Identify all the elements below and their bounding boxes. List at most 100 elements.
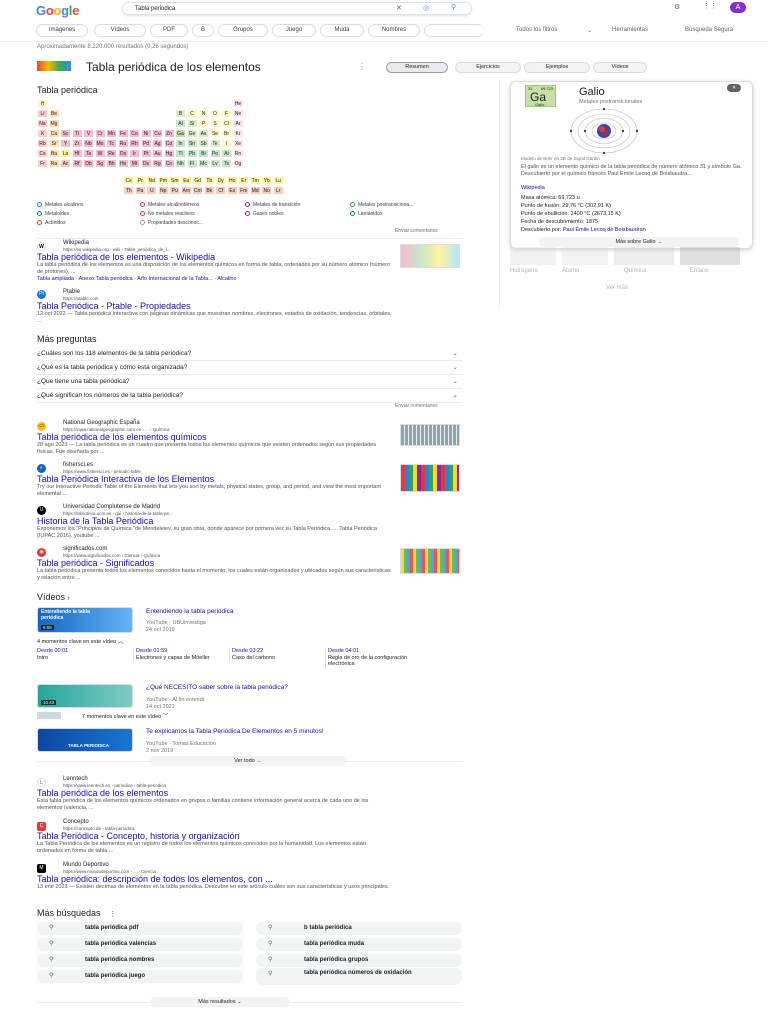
sitelinks[interactable]: Tabla ampliada · Anexo:Tabla periódica ·… xyxy=(37,276,237,282)
search-input[interactable]: Tabla periodica xyxy=(122,2,472,15)
element-cs[interactable]: Cs xyxy=(37,149,48,158)
element-mt[interactable]: Mt xyxy=(129,159,140,168)
lens-icon[interactable]: ◎ xyxy=(423,4,429,12)
element-o[interactable]: O xyxy=(209,109,221,118)
element-he[interactable]: He xyxy=(232,99,244,108)
element-lu[interactable]: Lu xyxy=(272,176,284,185)
element-br[interactable]: Br xyxy=(221,129,232,138)
element-nb[interactable]: Nb xyxy=(83,139,94,148)
element-ts[interactable]: Ts xyxy=(221,159,232,168)
element-la[interactable]: La xyxy=(60,149,71,158)
element-sg[interactable]: Sg xyxy=(94,159,106,168)
related-search[interactable]: ⚲ tabla periódica nombres xyxy=(37,954,243,967)
tab-b[interactable]: B xyxy=(192,24,214,37)
element-mg[interactable]: Mg xyxy=(48,119,60,128)
element-mc[interactable]: Mc xyxy=(198,159,209,168)
element-np[interactable]: Np xyxy=(157,186,169,195)
clear-icon[interactable]: ✕ xyxy=(396,4,402,12)
element-fl[interactable]: Fl xyxy=(186,159,198,168)
element-am[interactable]: Am xyxy=(180,186,192,195)
avatar[interactable]: A xyxy=(730,2,746,13)
element-ar[interactable]: Ar xyxy=(232,119,244,128)
element-ca[interactable]: Ca xyxy=(48,129,60,138)
tab-more[interactable] xyxy=(424,24,484,37)
tab-muda[interactable]: Muda xyxy=(320,24,364,37)
element-pb[interactable]: Pb xyxy=(186,149,198,158)
google-logo[interactable]: Google xyxy=(36,3,79,18)
result-thumbnail[interactable] xyxy=(400,244,460,268)
element-n[interactable]: N xyxy=(198,109,209,118)
element-na[interactable]: Na xyxy=(37,119,48,128)
paa-question[interactable]: ¿Qué es la tabla periódica y cómo está o… xyxy=(37,361,462,375)
related-search[interactable]: ⚲ tabla periódica grupos xyxy=(256,954,462,967)
element-mo[interactable]: Mo xyxy=(94,139,106,148)
element-cr[interactable]: Cr xyxy=(94,129,106,138)
all-filters-button[interactable]: Todos los filtros xyxy=(516,27,557,33)
result-title[interactable]: Tabla periódica de los elementos químico… xyxy=(37,432,207,442)
element-as[interactable]: As xyxy=(198,129,209,138)
element-rb[interactable]: Rb xyxy=(37,139,48,148)
element-hg[interactable]: Hg xyxy=(163,149,175,158)
element-re[interactable]: Re xyxy=(106,149,117,158)
element-bh[interactable]: Bh xyxy=(106,159,117,168)
element-lr[interactable]: Lr xyxy=(272,186,284,195)
element-th[interactable]: Th xyxy=(123,186,135,195)
element-pd[interactable]: Pd xyxy=(140,139,152,148)
element-sn[interactable]: Sn xyxy=(186,139,198,148)
result-title[interactable]: Tabla periódica: descripción de todos lo… xyxy=(37,874,273,884)
element-ni[interactable]: Ni xyxy=(140,129,152,138)
more-options-icon[interactable]: ⋮ xyxy=(358,62,366,71)
related-search[interactable]: ⚲ tabla periódica juego xyxy=(37,970,243,983)
safesearch-button[interactable]: Búsqueda Segura xyxy=(685,27,733,33)
element-i[interactable]: I xyxy=(221,139,232,148)
tab-nombres[interactable]: Nombres xyxy=(368,24,420,37)
element-fe[interactable]: Fe xyxy=(117,129,129,138)
element-te[interactable]: Te xyxy=(209,139,221,148)
element-tb[interactable]: Tb xyxy=(203,176,215,185)
element-ra[interactable]: Ra xyxy=(48,159,60,168)
pill-resumen[interactable]: Resumen xyxy=(386,62,448,73)
element-sb[interactable]: Sb xyxy=(198,139,209,148)
more-options-icon[interactable]: ⋮ xyxy=(109,911,116,918)
element-v[interactable]: V xyxy=(83,129,94,138)
element-cm[interactable]: Cm xyxy=(192,186,204,195)
related-search[interactable]: ⚲ tabla periódica muda xyxy=(256,938,462,951)
topic-quimica[interactable]: Química xyxy=(624,268,646,274)
element-kr[interactable]: Kr xyxy=(232,129,244,138)
feedback-link[interactable]: Enviar comentarios xyxy=(395,403,438,409)
element-sm[interactable]: Sm xyxy=(169,176,181,185)
element-eu[interactable]: Eu xyxy=(180,176,192,185)
result-thumbnail[interactable] xyxy=(400,464,460,492)
paa-question[interactable]: ¿Cuáles son los 118 elementos de la tabl… xyxy=(37,347,462,361)
element-f[interactable]: F xyxy=(221,109,232,118)
close-icon[interactable]: ✕ xyxy=(727,84,741,92)
element-fr[interactable]: Fr xyxy=(37,159,48,168)
result-title[interactable]: Historia de la Tabla Periódica xyxy=(37,516,153,526)
element-hs[interactable]: Hs xyxy=(117,159,129,168)
video-title[interactable]: Entendiendo la tabla periódica xyxy=(146,608,233,615)
topic-hidrogeno[interactable]: Hidrógeno xyxy=(510,268,538,274)
element-rn[interactable]: Rn xyxy=(232,149,244,158)
element-og[interactable]: Og xyxy=(232,159,244,168)
pill-videos[interactable]: Vídeos xyxy=(593,62,647,73)
discoverer-link[interactable]: Paul Émile Lecoq de Boisbaudran xyxy=(563,227,646,233)
element-nh[interactable]: Nh xyxy=(175,159,186,168)
video-title[interactable]: Te explicamos la Tabla Periódica De Elem… xyxy=(146,728,324,735)
search-icon[interactable]: ⚲ xyxy=(451,3,456,11)
related-search[interactable]: ⚲ b tabla periódica xyxy=(256,922,462,935)
result-thumbnail[interactable] xyxy=(400,424,460,446)
result-title[interactable]: Tabla periódica de los elementos - Wikip… xyxy=(37,252,215,262)
videos-title[interactable]: Vídeos › xyxy=(37,592,70,602)
element-ir[interactable]: Ir xyxy=(129,149,140,158)
element-tl[interactable]: Tl xyxy=(175,149,186,158)
apps-icon[interactable]: ⋮⋮ xyxy=(703,2,717,10)
element-ba[interactable]: Ba xyxy=(48,149,60,158)
key-moments-toggle[interactable]: 4 momentos clave en este vídeo ︿ xyxy=(37,637,123,645)
key-moment[interactable]: Desde 03:22 Caso del carbono xyxy=(229,648,319,661)
result-title[interactable]: Tabla Periódica - Concepto, historia y o… xyxy=(37,831,240,841)
tab-juego[interactable]: Juego xyxy=(272,24,316,37)
more-about-button[interactable]: Más sobre Galio → xyxy=(539,237,739,247)
element-ag[interactable]: Ag xyxy=(152,139,163,148)
related-search[interactable]: ⚲ tabla periódica valencias xyxy=(37,938,243,951)
element-ds[interactable]: Ds xyxy=(140,159,152,168)
